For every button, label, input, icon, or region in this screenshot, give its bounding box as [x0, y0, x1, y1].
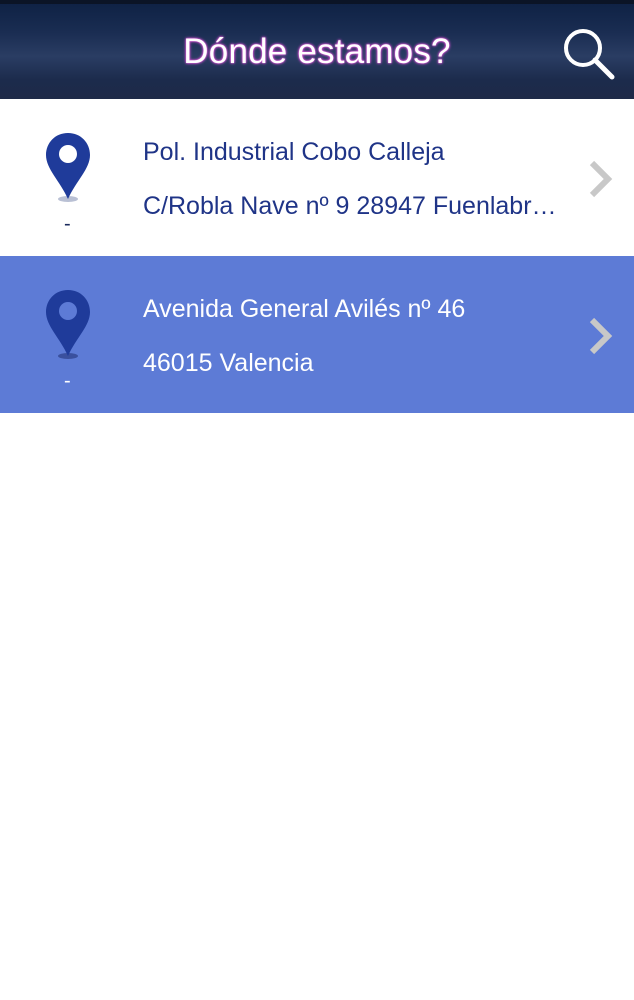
chevron-right-icon [589, 317, 613, 355]
location-meta: - [64, 213, 71, 235]
map-pin-icon [46, 133, 90, 202]
search-button[interactable] [561, 26, 617, 82]
map-pin-icon [46, 290, 90, 359]
location-item[interactable]: - Pol. Industrial Cobo Calleja C/Robla N… [0, 99, 634, 256]
app-header: Dónde estamos? [0, 0, 634, 99]
page-title: Dónde estamos? [183, 32, 451, 71]
location-meta: - [64, 370, 71, 392]
search-icon [564, 29, 615, 80]
chevron-right-icon [589, 160, 613, 198]
location-address: C/Robla Nave nº 9 28947 Fuenlabrada [143, 192, 568, 220]
location-address: 46015 Valencia [143, 349, 314, 377]
location-name: Avenida General Avilés nº 46 [143, 295, 466, 323]
location-name: Pol. Industrial Cobo Calleja [143, 138, 445, 166]
location-item-selected[interactable]: - Avenida General Avilés nº 46 46015 Val… [0, 256, 634, 413]
app-screen: Dónde estamos? - Pol. Industrial Cobo Ca… [0, 0, 634, 1000]
